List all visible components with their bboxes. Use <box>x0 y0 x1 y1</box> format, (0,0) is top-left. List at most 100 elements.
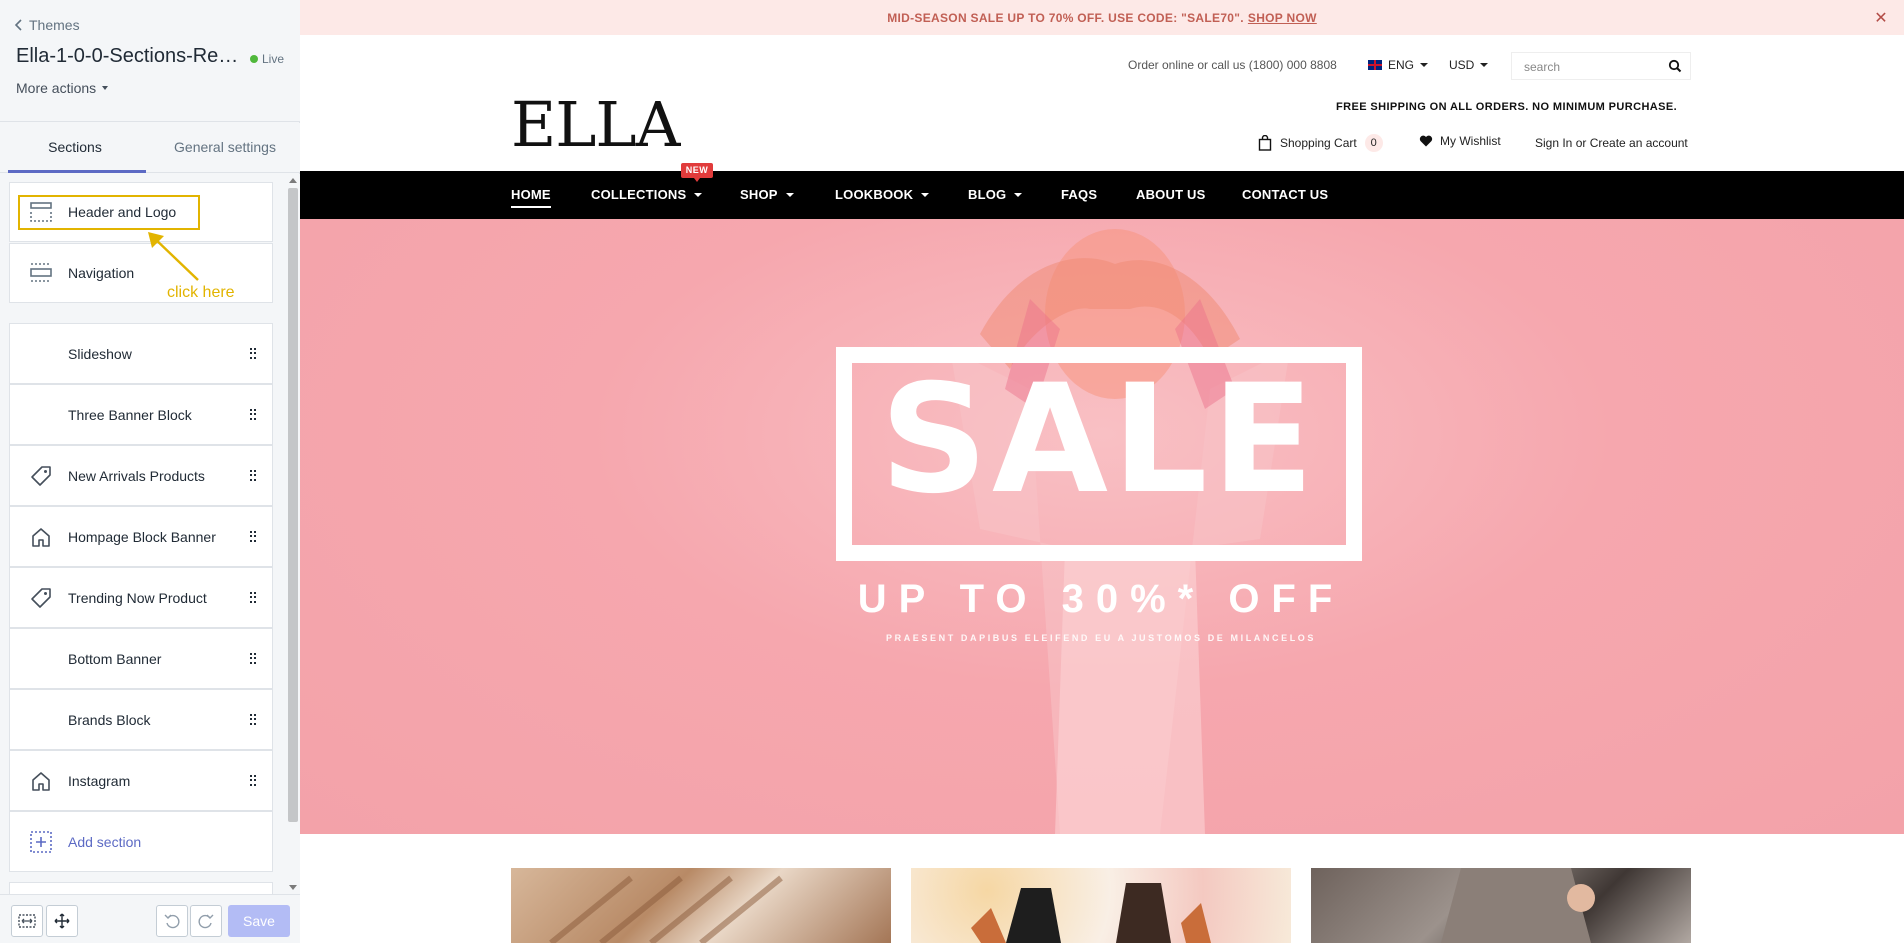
language-selector[interactable]: ENG <box>1368 58 1429 72</box>
banner-image-2[interactable] <box>911 868 1291 943</box>
section-slideshow[interactable]: Slideshow <box>9 323 273 384</box>
free-shipping-text: FREE SHIPPING ON ALL ORDERS. NO MINIMUM … <box>1336 101 1678 113</box>
search-icon[interactable] <box>1668 59 1682 73</box>
section-label: Navigation <box>68 265 135 281</box>
section-list-footer <box>9 882 273 894</box>
store-logo[interactable]: ELLA <box>511 88 680 161</box>
nav-contact-us[interactable]: CONTACT US <box>1242 171 1328 219</box>
drag-handle-icon[interactable] <box>250 713 256 726</box>
new-badge: NEW <box>681 163 713 182</box>
nav-blog[interactable]: BLOG <box>968 171 1023 219</box>
caret-down-icon <box>1480 63 1489 67</box>
main-navigation: HOME COLLECTIONS SHOP LOOKBOOK BLOG FAQS… <box>300 171 1904 219</box>
inspector-button[interactable] <box>46 905 78 937</box>
close-icon[interactable]: ✕ <box>1874 0 1888 37</box>
nav-faqs[interactable]: FAQS <box>1061 171 1097 219</box>
drag-handle-icon[interactable] <box>250 530 256 543</box>
back-to-themes-link[interactable]: Themes <box>14 17 80 33</box>
section-instagram[interactable]: Instagram <box>9 750 273 811</box>
redo-button[interactable] <box>190 905 222 937</box>
nav-about-us[interactable]: ABOUT US <box>1136 171 1206 219</box>
drag-handle-icon[interactable] <box>250 408 256 421</box>
drag-handle-icon[interactable] <box>250 347 256 360</box>
banner-image-3[interactable] <box>1311 868 1691 943</box>
sidebar-scrollbar[interactable] <box>286 174 300 894</box>
caret-down-icon <box>921 193 930 197</box>
hero-caption: PRAESENT DAPIBUS ELEIFEND EU A JUSTOMOS … <box>886 633 1316 643</box>
save-button[interactable]: Save <box>228 905 290 937</box>
language-label: ENG <box>1388 58 1415 72</box>
add-section-button[interactable]: Add section <box>9 811 273 872</box>
nav-contact-label: CONTACT US <box>1242 187 1329 202</box>
move-icon <box>54 913 70 929</box>
nav-lookbook-label: LOOKBOOK <box>835 187 914 202</box>
store-preview: MID-SEASON SALE UP TO 70% OFF. USE CODE:… <box>300 0 1904 943</box>
nav-collections-label: COLLECTIONS <box>591 187 687 202</box>
caret-down-icon <box>102 86 109 90</box>
nav-faqs-label: FAQS <box>1061 187 1098 202</box>
sign-in-link[interactable]: Sign In or Create an account <box>1535 136 1688 150</box>
shopping-cart-link[interactable]: Shopping Cart 0 <box>1258 134 1383 152</box>
section-label: Brands Block <box>68 711 151 728</box>
cart-label: Shopping Cart <box>1280 136 1357 150</box>
section-bottom-banner[interactable]: Bottom Banner <box>9 628 273 689</box>
section-label: New Arrivals Products <box>68 467 205 484</box>
caret-down-icon <box>694 193 703 197</box>
search-input[interactable]: search <box>1511 52 1691 80</box>
drag-handle-icon[interactable] <box>250 774 256 787</box>
undo-icon <box>164 914 180 929</box>
tab-general-settings[interactable]: General settings <box>150 123 300 172</box>
back-label: Themes <box>29 17 80 33</box>
desktop-view-button[interactable] <box>11 905 43 937</box>
currency-label: USD <box>1449 58 1475 72</box>
hero-slideshow[interactable]: SALE UP TO 30%* OFF PRAESENT DAPIBUS ELE… <box>300 219 1904 834</box>
nav-about-label: ABOUT US <box>1136 187 1206 202</box>
section-label: Trending Now Product <box>68 589 207 606</box>
section-label: Hompage Block Banner <box>68 528 216 545</box>
section-new-arrivals-products[interactable]: New Arrivals Products <box>9 445 273 506</box>
theme-name: Ella-1-0-0-Sections-Rea... <box>16 45 241 67</box>
promo-bar: MID-SEASON SALE UP TO 70% OFF. USE CODE:… <box>300 0 1904 35</box>
drag-handle-icon[interactable] <box>250 652 256 665</box>
redo-icon <box>198 914 214 929</box>
tab-sections[interactable]: Sections <box>0 123 150 173</box>
live-label: Live <box>262 52 285 66</box>
wishlist-label: My Wishlist <box>1440 134 1501 148</box>
shopping-bag-icon <box>1258 135 1272 151</box>
nav-lookbook[interactable]: LOOKBOOK <box>835 171 930 219</box>
drag-handle-icon[interactable] <box>250 591 256 604</box>
home-icon <box>21 761 61 801</box>
nav-shop-label: SHOP <box>740 187 778 202</box>
drag-handle-icon[interactable] <box>250 469 256 482</box>
nav-shop[interactable]: SHOP <box>740 171 794 219</box>
nav-home-label: HOME <box>511 187 551 202</box>
currency-selector[interactable]: USD <box>1449 58 1489 72</box>
more-actions-dropdown[interactable]: More actions <box>16 80 109 96</box>
promo-text: MID-SEASON SALE UP TO 70% OFF. USE CODE:… <box>887 11 1244 25</box>
scroll-up-icon[interactable] <box>289 178 297 183</box>
section-trending-now-product[interactable]: Trending Now Product <box>9 567 273 628</box>
sweater-image <box>1441 868 1595 943</box>
scroll-down-icon[interactable] <box>289 885 297 890</box>
nav-collections[interactable]: COLLECTIONS <box>591 171 703 219</box>
undo-button[interactable] <box>156 905 188 937</box>
slideshow-thumbnail <box>21 334 61 374</box>
boots-image <box>971 883 1211 943</box>
scrollbar-thumb[interactable] <box>288 188 298 822</box>
bottom-banner-thumbnail <box>21 639 61 679</box>
tag-icon <box>21 456 61 496</box>
three-banner-block <box>300 868 1904 943</box>
nav-home[interactable]: HOME <box>511 171 551 219</box>
live-badge: Live <box>250 52 284 66</box>
sidebar-header: Themes Ella-1-0-0-Sections-Rea... Live M… <box>0 0 300 122</box>
more-actions-label: More actions <box>16 80 97 96</box>
caret-down-icon <box>1420 63 1429 67</box>
home-icon <box>21 517 61 557</box>
wishlist-link[interactable]: My Wishlist <box>1419 134 1501 148</box>
section-brands-block[interactable]: Brands Block <box>9 689 273 750</box>
section-homepage-block-banner[interactable]: Hompage Block Banner <box>9 506 273 567</box>
shop-now-link[interactable]: SHOP NOW <box>1248 11 1317 25</box>
section-three-banner-block[interactable]: Three Banner Block <box>9 384 273 445</box>
banner-image-1[interactable] <box>511 868 891 943</box>
heart-icon <box>1419 135 1433 147</box>
